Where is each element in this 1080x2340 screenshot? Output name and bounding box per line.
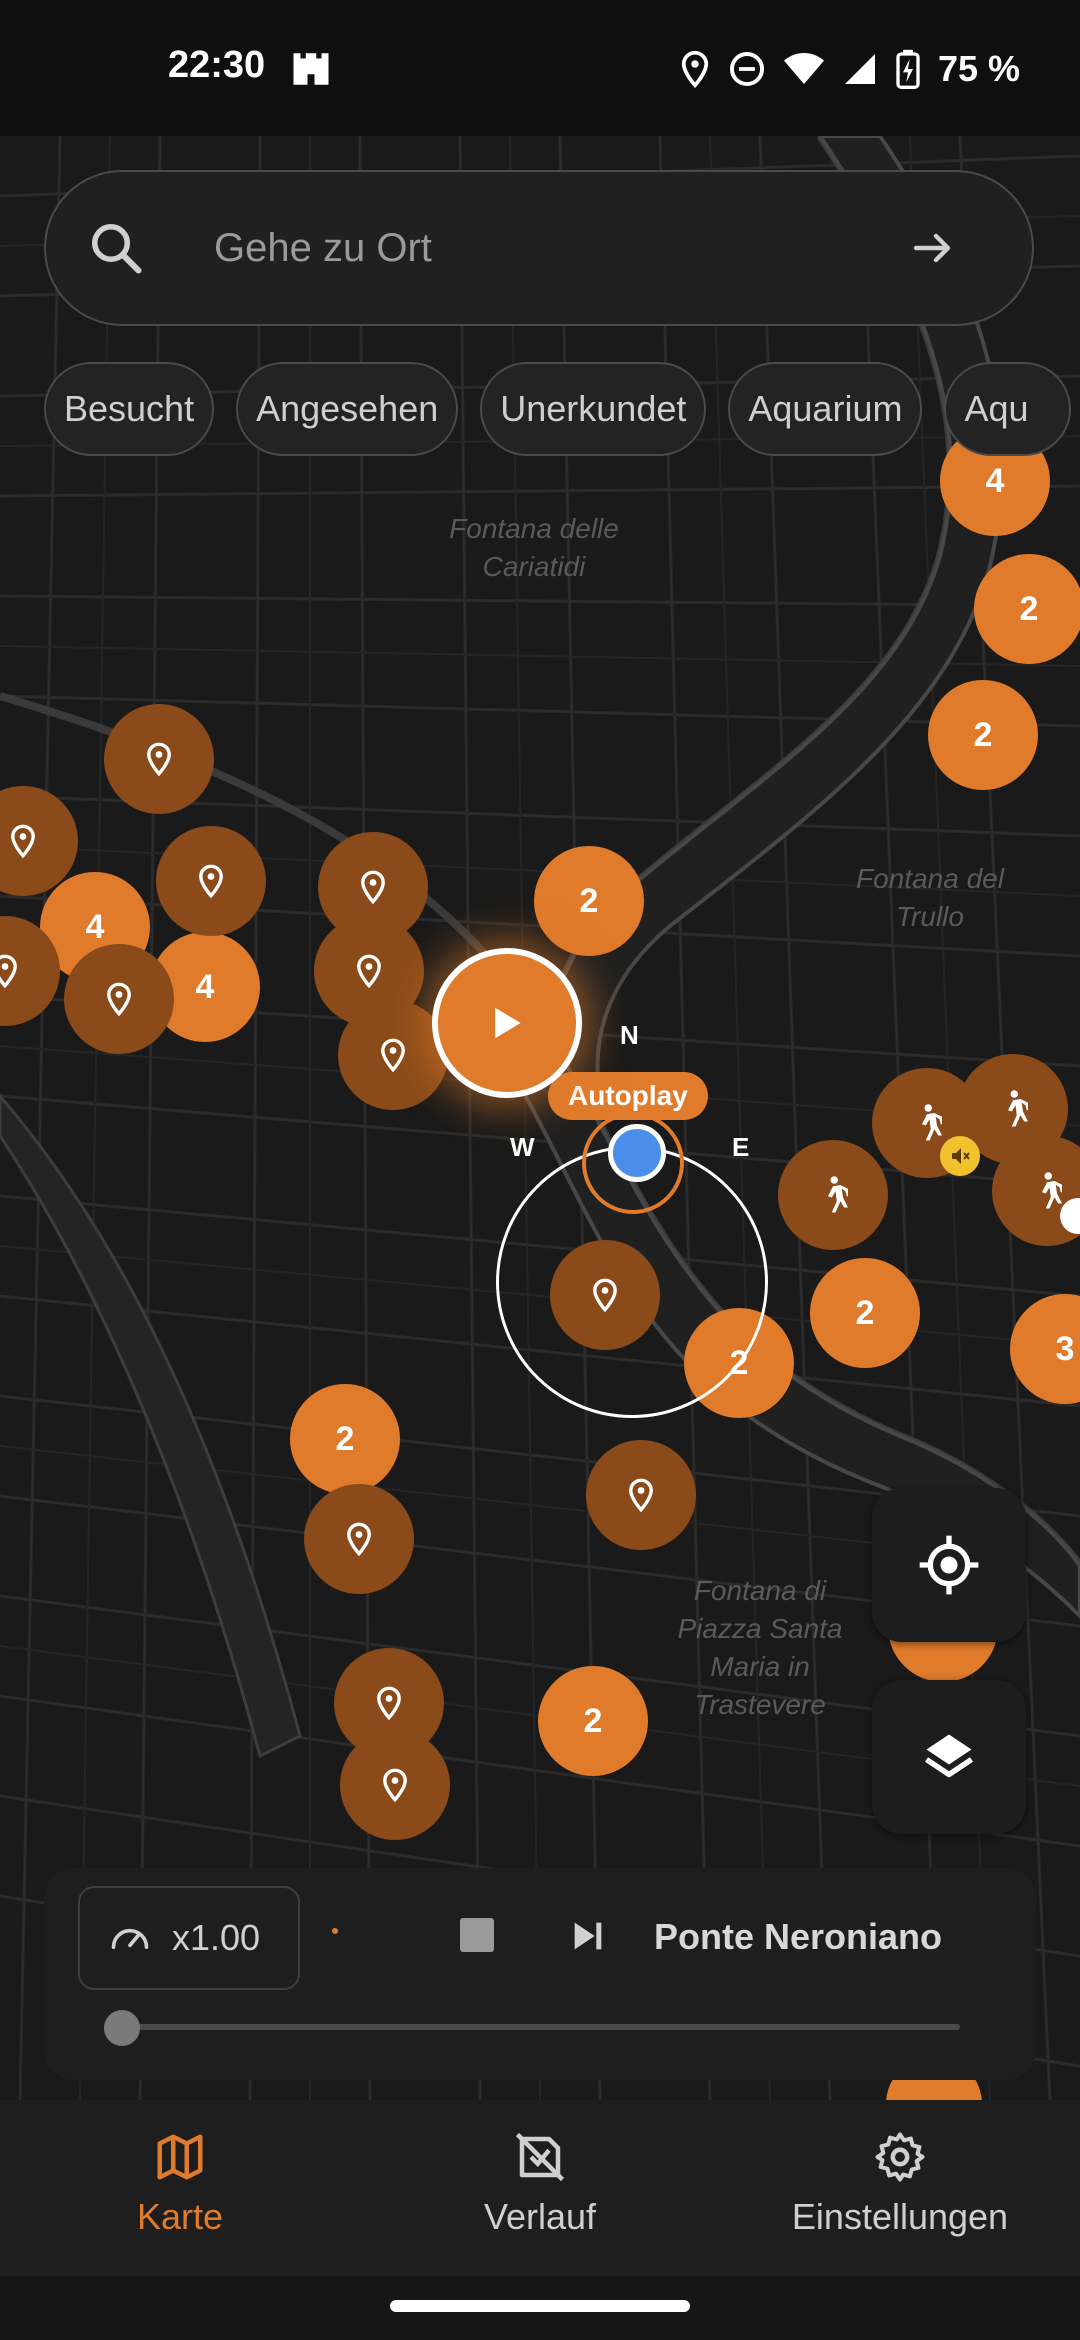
progress-track[interactable]: [122, 2024, 960, 2030]
gesture-area: [0, 2276, 1080, 2340]
cluster-marker[interactable]: 2: [534, 846, 644, 956]
gear-icon: [875, 2132, 925, 2182]
nav-label-einstellungen: Einstellungen: [791, 2196, 1009, 2237]
pin-icon: [377, 1686, 401, 1720]
walking-icon: [922, 1104, 942, 1141]
poi-marker[interactable]: [156, 826, 266, 936]
skip-next-icon[interactable]: [568, 1916, 608, 1956]
search-bar[interactable]: Gehe zu Ort: [44, 170, 1034, 326]
walking-icon: [1042, 1172, 1062, 1209]
chip-angesehen[interactable]: Angesehen: [236, 362, 459, 456]
cluster-marker[interactable]: 2: [928, 680, 1038, 790]
compass-east-label: E: [732, 1132, 750, 1162]
speedometer-icon: [111, 1928, 149, 1949]
wifi-icon: [783, 53, 824, 84]
gesture-handle[interactable]: [390, 2300, 690, 2312]
battery-icon: [896, 49, 920, 89]
search-input[interactable]: Gehe zu Ort: [214, 226, 432, 271]
chip-aquarium[interactable]: Aquarium: [728, 362, 923, 456]
poi-marker[interactable]: [64, 944, 174, 1054]
pin-icon: [361, 870, 385, 904]
poi-marker[interactable]: [550, 1240, 660, 1350]
walking-icon: [828, 1176, 848, 1213]
play-icon: [495, 1007, 521, 1039]
poi-marker[interactable]: [304, 1484, 414, 1594]
muted-badge-icon: [940, 1136, 980, 1176]
pin-icon: [11, 824, 35, 858]
audio-player: x1.00 Ponte Neroniano: [44, 1868, 1036, 2080]
pin-icon: [383, 1768, 407, 1802]
play-button[interactable]: [432, 948, 582, 1098]
pin-icon: [357, 954, 381, 988]
track-title: Ponte Neroniano: [654, 1916, 943, 1957]
walking-tour-marker[interactable]: [778, 1140, 888, 1250]
stop-icon[interactable]: [460, 1918, 494, 1952]
progress-thumb[interactable]: [104, 2010, 140, 2046]
playback-speed-button[interactable]: x1.00: [78, 1886, 300, 1990]
arrow-right-icon[interactable]: [910, 224, 958, 272]
filter-chips: Besucht Angesehen Unerkundet Aquarium Aq…: [44, 362, 1071, 460]
walking-icon: [1008, 1090, 1028, 1127]
nav-item-einstellungen[interactable]: Einstellungen: [720, 2100, 1080, 2276]
location-status-icon: [681, 50, 709, 88]
status-dot: [332, 1928, 338, 1934]
compass-north-label: N: [620, 1020, 639, 1050]
pin-icon: [347, 1522, 371, 1556]
nav-item-verlauf[interactable]: Verlauf: [360, 2100, 720, 2276]
poi-marker[interactable]: [104, 704, 214, 814]
chip-besucht[interactable]: Besucht: [44, 362, 215, 456]
cluster-marker[interactable]: 2: [290, 1384, 400, 1494]
my-location-button[interactable]: [872, 1488, 1026, 1642]
status-bar: 22:30 75 %: [0, 0, 1080, 136]
layers-button[interactable]: [872, 1680, 1026, 1834]
crosshair-icon: [919, 1535, 979, 1595]
cluster-marker[interactable]: 2: [538, 1666, 648, 1776]
playback-speed-value: x1.00: [172, 1917, 261, 1958]
status-time: 22:30: [168, 44, 266, 86]
nav-item-karte[interactable]: Karte: [0, 2100, 360, 2276]
poi-marker[interactable]: [586, 1440, 696, 1550]
castle-icon: [293, 53, 329, 85]
pin-icon: [199, 864, 223, 898]
battery-percent: 75 %: [937, 48, 1020, 89]
nav-label-karte: Karte: [136, 2196, 224, 2237]
pin-icon: [0, 954, 17, 988]
pin-icon: [147, 742, 171, 776]
current-location-dot: [608, 1124, 666, 1182]
status-icons: 75 %: [680, 46, 1020, 92]
pin-icon: [593, 1278, 617, 1312]
search-icon: [92, 224, 142, 274]
chip-aqu[interactable]: Aqu: [944, 362, 1071, 456]
compass-west-label: W: [510, 1132, 535, 1162]
map-icon: [157, 2134, 203, 2180]
nav-label-verlauf: Verlauf: [483, 2196, 597, 2237]
chip-unerkundet[interactable]: Unerkundet: [480, 362, 707, 456]
map-label-fontana-cariatidi: Fontana delle Cariatidi: [449, 513, 619, 582]
history-icon: [515, 2132, 565, 2182]
cluster-marker[interactable]: 2: [810, 1258, 920, 1368]
pin-icon: [629, 1478, 653, 1512]
bottom-navigation: Karte Verlauf Einstellungen: [0, 2100, 1080, 2276]
signal-icon: [844, 54, 875, 84]
pin-icon: [107, 982, 131, 1016]
cluster-marker[interactable]: 2: [974, 554, 1080, 664]
poi-marker[interactable]: [340, 1730, 450, 1840]
dnd-icon: [729, 51, 764, 87]
autoplay-badge[interactable]: Autoplay: [548, 1072, 708, 1120]
pin-icon: [381, 1038, 405, 1072]
map-label-fontana-trullo: Fontana del Trullo: [856, 863, 1004, 932]
layers-icon: [924, 1734, 974, 1778]
